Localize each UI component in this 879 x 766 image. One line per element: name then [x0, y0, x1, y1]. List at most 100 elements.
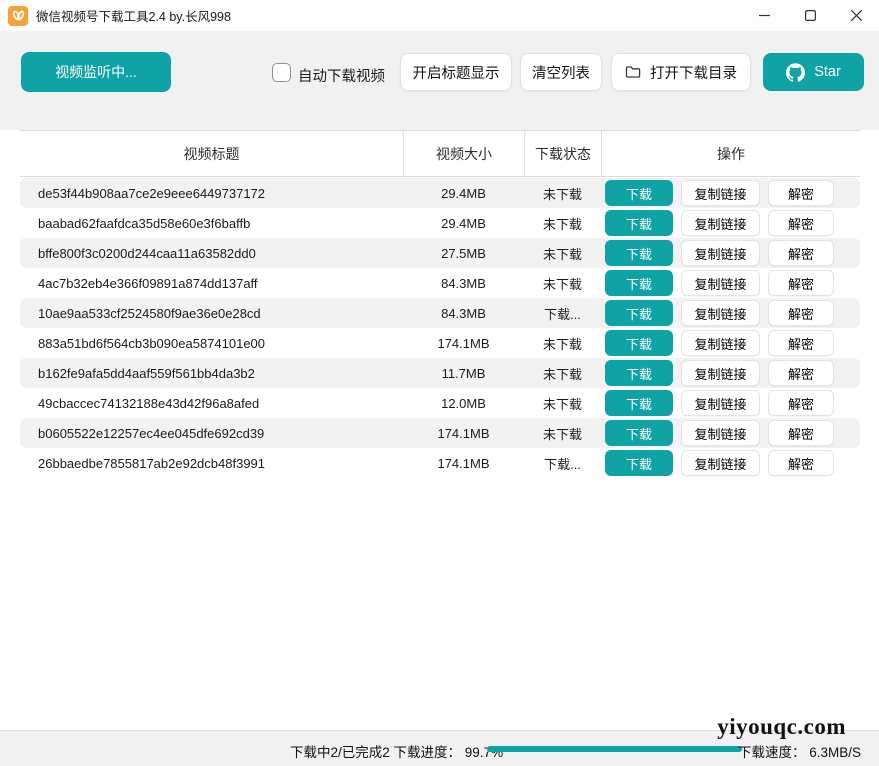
progress-bar — [487, 746, 743, 752]
download-button[interactable]: 下载 — [605, 210, 673, 236]
open-download-dir-label: 打开下载目录 — [650, 62, 737, 83]
video-table: 视频标题 视频大小 下载状态 操作 de53f44b908aa7ce2e9eee… — [20, 130, 860, 478]
row-status: 未下载 — [524, 214, 601, 233]
download-button[interactable]: 下载 — [605, 360, 673, 386]
row-size: 174.1MB — [403, 336, 524, 351]
table-row: 26bbaedbe7855817ab2e92dcb48f3991 174.1MB… — [20, 448, 860, 478]
copy-link-button[interactable]: 复制链接 — [681, 450, 760, 476]
header-video-title: 视频标题 — [184, 144, 240, 164]
row-status: 未下载 — [524, 274, 601, 293]
github-star-label: Star — [814, 64, 841, 80]
row-status: 未下载 — [524, 394, 601, 413]
row-size: 84.3MB — [403, 306, 524, 321]
row-title: de53f44b908aa7ce2e9eee6449737172 — [20, 186, 403, 201]
window-title: 微信视频号下载工具2.4 by.长风998 — [36, 6, 231, 25]
table-row: 4ac7b32eb4e366f09891a874dd137aff 84.3MB … — [20, 268, 860, 298]
row-status: 未下载 — [524, 364, 601, 383]
copy-link-button[interactable]: 复制链接 — [681, 180, 760, 206]
table-row: 10ae9aa533cf2524580f9ae36e0e28cd 84.3MB … — [20, 298, 860, 328]
decrypt-button[interactable]: 解密 — [768, 330, 834, 356]
close-button[interactable] — [833, 0, 879, 31]
speed-value: 6.3MB/S — [809, 745, 861, 760]
enable-title-display-button[interactable]: 开启标题显示 — [400, 53, 512, 91]
clear-list-button[interactable]: 清空列表 — [520, 53, 602, 91]
copy-link-button[interactable]: 复制链接 — [681, 300, 760, 326]
titlebar: 微信视频号下载工具2.4 by.长风998 — [0, 0, 879, 31]
download-button[interactable]: 下载 — [605, 450, 673, 476]
table-body: de53f44b908aa7ce2e9eee6449737172 29.4MB … — [20, 177, 860, 478]
maximize-button[interactable] — [787, 0, 833, 31]
row-size: 29.4MB — [403, 186, 524, 201]
monitor-status-button[interactable]: 视频监听中... — [21, 52, 171, 92]
decrypt-button[interactable]: 解密 — [768, 360, 834, 386]
download-button[interactable]: 下载 — [605, 270, 673, 296]
row-title: 4ac7b32eb4e366f09891a874dd137aff — [20, 276, 403, 291]
progress-bar-fill — [487, 746, 742, 752]
row-title: 49cbaccec74132188e43d42f96a8afed — [20, 396, 403, 411]
decrypt-button[interactable]: 解密 — [768, 300, 834, 326]
copy-link-button[interactable]: 复制链接 — [681, 390, 760, 416]
open-download-dir-button[interactable]: 打开下载目录 — [611, 53, 751, 91]
row-title: b162fe9afa5dd4aaf559f561bb4da3b2 — [20, 366, 403, 381]
table-row: de53f44b908aa7ce2e9eee6449737172 29.4MB … — [20, 178, 860, 208]
app-window: 微信视频号下载工具2.4 by.长风998 视频监听中... 自动下载视频 开启… — [0, 0, 879, 766]
minimize-button[interactable] — [741, 0, 787, 31]
folder-icon — [625, 64, 641, 80]
row-title: 883a51bd6f564cb3b090ea5874101e00 — [20, 336, 403, 351]
auto-download-checkbox[interactable] — [272, 63, 291, 82]
table-header: 视频标题 视频大小 下载状态 操作 — [20, 130, 860, 177]
copy-link-button[interactable]: 复制链接 — [681, 420, 760, 446]
decrypt-button[interactable]: 解密 — [768, 240, 834, 266]
copy-link-button[interactable]: 复制链接 — [681, 270, 760, 296]
github-star-button[interactable]: Star — [763, 53, 864, 91]
table-row: b0605522e12257ec4ee045dfe692cd39 174.1MB… — [20, 418, 860, 448]
row-status: 下载... — [524, 304, 601, 323]
header-download-status: 下载状态 — [535, 144, 591, 164]
copy-link-button[interactable]: 复制链接 — [681, 330, 760, 356]
app-logo-icon — [8, 6, 28, 26]
row-title: 26bbaedbe7855817ab2e92dcb48f3991 — [20, 456, 403, 471]
decrypt-button[interactable]: 解密 — [768, 420, 834, 446]
copy-link-button[interactable]: 复制链接 — [681, 240, 760, 266]
table-row: bffe800f3c0200d244caa11a63582dd0 27.5MB … — [20, 238, 860, 268]
header-operations: 操作 — [717, 144, 745, 164]
row-status: 未下载 — [524, 184, 601, 203]
download-button[interactable]: 下载 — [605, 330, 673, 356]
watermark-text: yiyouqc.com — [717, 714, 846, 740]
row-size: 29.4MB — [403, 216, 524, 231]
table-row: 49cbaccec74132188e43d42f96a8afed 12.0MB … — [20, 388, 860, 418]
row-size: 84.3MB — [403, 276, 524, 291]
download-button[interactable]: 下载 — [605, 240, 673, 266]
download-button[interactable]: 下载 — [605, 420, 673, 446]
window-controls — [741, 0, 879, 31]
toolbar: 视频监听中... 自动下载视频 开启标题显示 清空列表 打开下载目录 Star — [0, 31, 879, 130]
github-icon — [786, 63, 805, 82]
decrypt-button[interactable]: 解密 — [768, 180, 834, 206]
decrypt-button[interactable]: 解密 — [768, 270, 834, 296]
copy-link-button[interactable]: 复制链接 — [681, 360, 760, 386]
row-status: 未下载 — [524, 424, 601, 443]
table-row: b162fe9afa5dd4aaf559f561bb4da3b2 11.7MB … — [20, 358, 860, 388]
header-video-size: 视频大小 — [436, 144, 492, 164]
table-row: baabad62faafdca35d58e60e3f6baffb 29.4MB … — [20, 208, 860, 238]
row-size: 11.7MB — [403, 366, 524, 381]
row-size: 27.5MB — [403, 246, 524, 261]
row-title: b0605522e12257ec4ee045dfe692cd39 — [20, 426, 403, 441]
decrypt-button[interactable]: 解密 — [768, 210, 834, 236]
decrypt-button[interactable]: 解密 — [768, 390, 834, 416]
auto-download-label: 自动下载视频 — [298, 65, 385, 86]
copy-link-button[interactable]: 复制链接 — [681, 210, 760, 236]
download-button[interactable]: 下载 — [605, 300, 673, 326]
download-button[interactable]: 下载 — [605, 180, 673, 206]
row-status: 未下载 — [524, 244, 601, 263]
row-size: 174.1MB — [403, 426, 524, 441]
row-size: 174.1MB — [403, 456, 524, 471]
decrypt-button[interactable]: 解密 — [768, 450, 834, 476]
download-speed-text: 下载速度： 6.3MB/S — [738, 741, 861, 761]
download-button[interactable]: 下载 — [605, 390, 673, 416]
table-row: 883a51bd6f564cb3b090ea5874101e00 174.1MB… — [20, 328, 860, 358]
progress-status-text: 下载中2/已完成2 下载进度： 99.7% — [290, 741, 503, 761]
row-title: baabad62faafdca35d58e60e3f6baffb — [20, 216, 403, 231]
row-title: 10ae9aa533cf2524580f9ae36e0e28cd — [20, 306, 403, 321]
row-status: 下载... — [524, 454, 601, 473]
